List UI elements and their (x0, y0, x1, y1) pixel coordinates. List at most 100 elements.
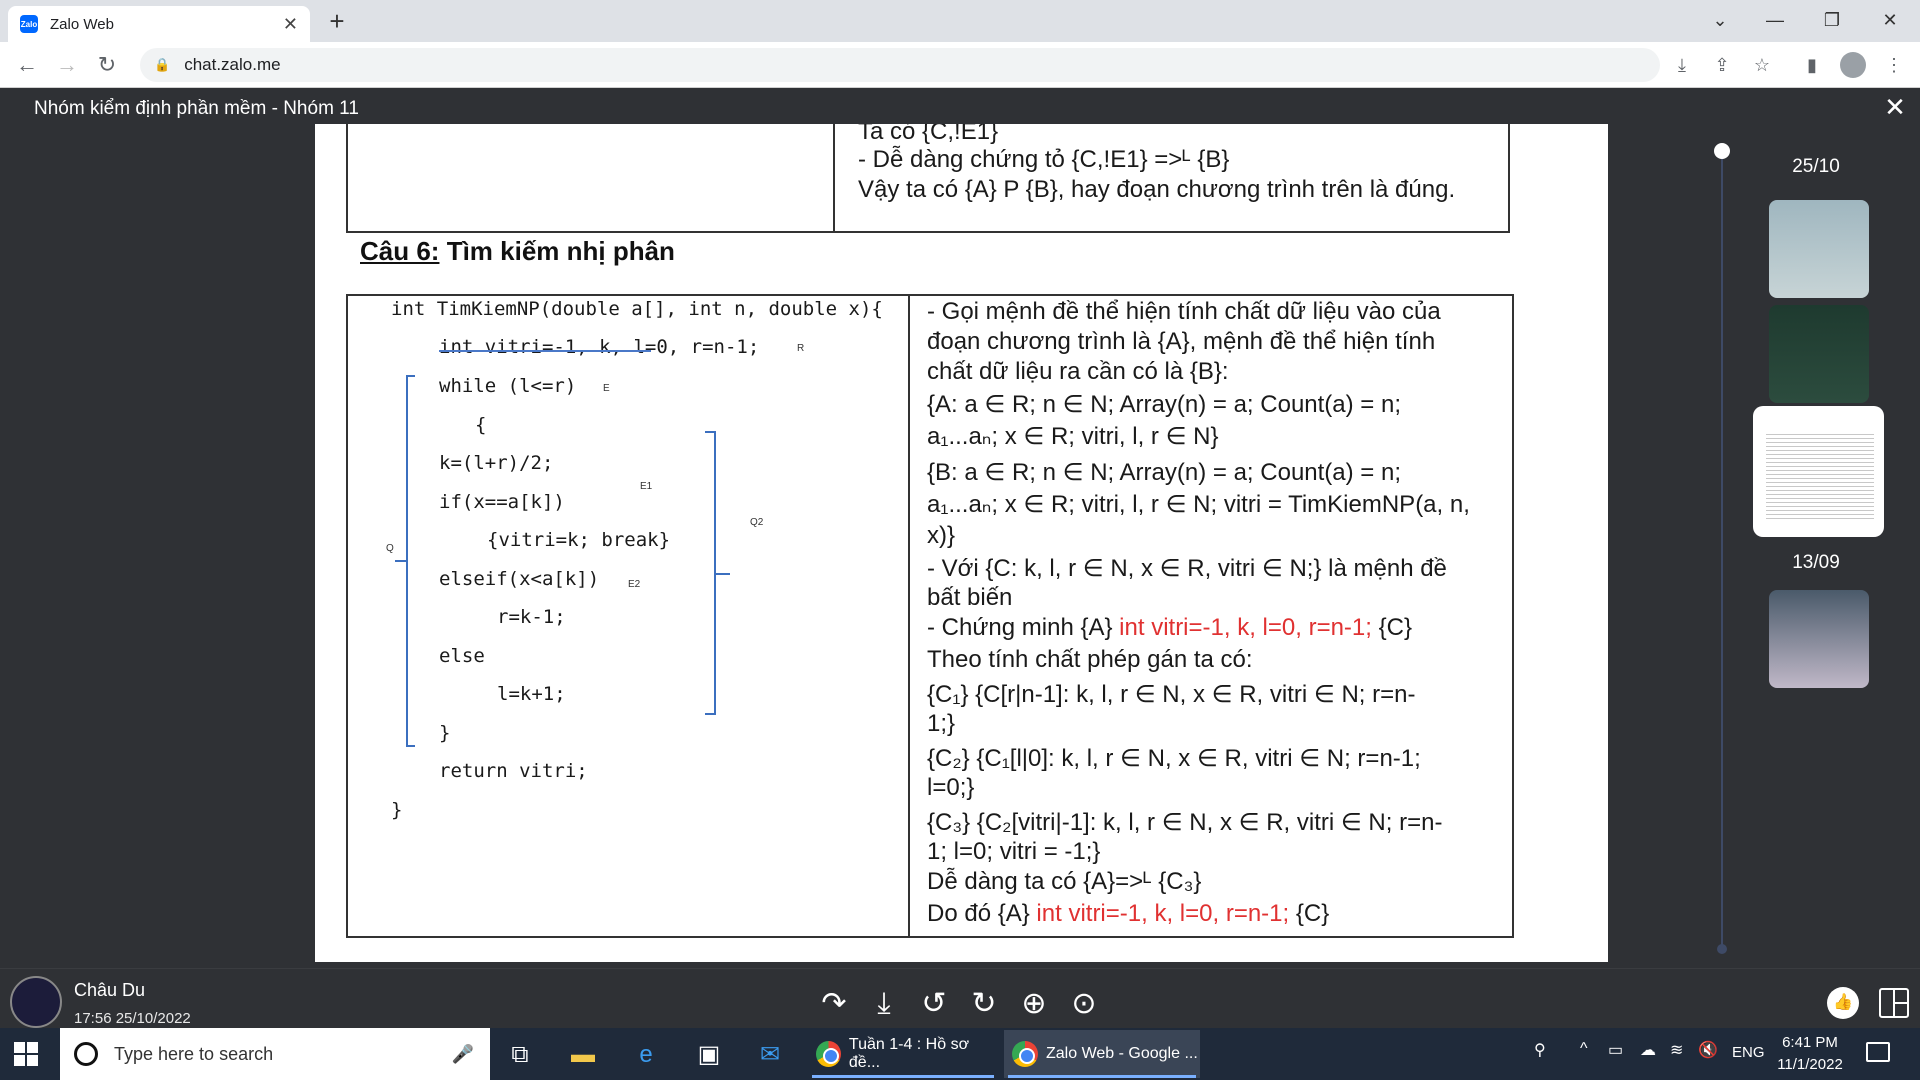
proof-line: 1; l=0; vitri = -1;} (927, 838, 1101, 865)
profile-avatar[interactable] (1840, 52, 1866, 78)
thumbnail-image[interactable] (1769, 590, 1869, 688)
url-field[interactable]: 🔒 chat.zalo.me (140, 48, 1660, 82)
sender-name: Châu Du (74, 980, 146, 1000)
doc-line: Vậy ta có {A} P {B}, hay đoạn chương trì… (858, 176, 1456, 203)
code-line: } (391, 799, 403, 821)
thumbnail-image[interactable] (1769, 305, 1869, 403)
reload-icon[interactable]: ↻ (92, 50, 122, 80)
taskbar-app-chrome-2[interactable]: Zalo Web - Google ... (1004, 1030, 1200, 1078)
zalo-favicon-icon: Zalo (20, 15, 38, 33)
rotate-right-icon[interactable]: ↻ (964, 984, 1004, 1024)
actual-size-icon[interactable]: ⊙ (1064, 984, 1104, 1024)
section-heading: Câu 6: Tìm kiếm nhị phân (360, 236, 675, 266)
date-label-1: 25/10 (1792, 156, 1840, 177)
code-line: int TimKiemNP(double a[], int n, double … (391, 298, 883, 320)
address-bar: ← → ↻ 🔒 chat.zalo.me ⤓ ⇪ ☆ ▮ ⋮ (0, 42, 1920, 88)
timeline-track[interactable] (1721, 150, 1723, 950)
taskbar-search[interactable]: Type here to search 🎤 (60, 1028, 490, 1080)
notification-icon[interactable] (1866, 1042, 1890, 1062)
proof-line: Dễ dàng ta có {A}=>ᴸ {C₃} (927, 868, 1202, 895)
url-text: chat.zalo.me (184, 55, 281, 74)
like-icon[interactable]: 👍 (1827, 987, 1859, 1019)
battery-icon[interactable]: ▭ (1608, 1040, 1623, 1060)
thumbnail-image-selected[interactable] (1755, 408, 1882, 535)
thumbnail-image[interactable] (1769, 200, 1869, 298)
clock-time: 6:41 PM (1782, 1034, 1838, 1051)
onedrive-icon[interactable]: ☁ (1640, 1040, 1656, 1060)
task-view-icon[interactable]: ⧉ (502, 1037, 538, 1073)
bracket-annotations (395, 375, 730, 747)
proof-line: - Gọi mệnh đề thể hiện tính chất dữ liệu… (927, 298, 1441, 325)
sender-avatar[interactable] (10, 976, 62, 1028)
proof-line: - Chứng minh {A} int vitri=-1, k, l=0, r… (927, 614, 1412, 641)
new-tab-button[interactable]: + (322, 6, 352, 36)
proof-line: {C₃} {C₂[vitri|-1]: k, l, r ∈ N, x ∈ R, … (927, 809, 1443, 836)
timeline-handle[interactable] (1714, 143, 1730, 159)
doc-line: - Dễ dàng chứng tỏ {C,!E1} =>ᴸ {B} (858, 146, 1230, 173)
viewer-close-icon[interactable]: ✕ (1880, 92, 1910, 123)
minimize-icon[interactable]: — (1755, 4, 1795, 36)
tab-search-icon[interactable]: ⌄ (1700, 4, 1740, 36)
tray-chevron-icon[interactable]: ^ (1580, 1040, 1588, 1058)
mic-icon[interactable]: 🎤 (452, 1044, 474, 1065)
search-placeholder: Type here to search (114, 1043, 274, 1064)
browser-tab-strip: Zalo Zalo Web ✕ + ⌄ — ❐ ✕ (0, 0, 1920, 42)
proof-line: chất dữ liệu ra cần có là {B}: (927, 358, 1229, 385)
clock-date: 11/1/2022 (1777, 1056, 1843, 1073)
top-table-left-cell (346, 124, 835, 233)
share-page-icon[interactable]: ⇪ (1708, 51, 1736, 79)
forward-icon[interactable]: → (52, 50, 82, 80)
proof-line: {C₁} {C[r|n-1]: k, l, r ∈ N, x ∈ R, vitr… (927, 681, 1416, 708)
proof-line: x)} (927, 522, 956, 549)
menu-dots-icon[interactable]: ⋮ (1880, 51, 1908, 79)
code-line: int vitri=-1, k, l=0, r=n-1; (439, 336, 760, 358)
date-label-2: 13/09 (1792, 552, 1840, 573)
proof-line: l=0;} (927, 774, 975, 801)
tab-title: Zalo Web (50, 15, 114, 33)
cortana-icon (74, 1042, 98, 1066)
proof-line: a₁...aₙ; x ∈ R; vitri, l, r ∈ N; vitri =… (927, 491, 1470, 518)
install-icon[interactable]: ⤓ (1668, 51, 1696, 79)
taskbar-clock[interactable]: 6:41 PM 11/1/2022 (1770, 1032, 1850, 1076)
mail-icon[interactable]: ✉ (752, 1037, 788, 1073)
file-explorer-icon[interactable]: ▬ (565, 1037, 601, 1073)
tab-zalo-web[interactable]: Zalo Zalo Web ✕ (8, 6, 310, 42)
proof-line: {B: a ∈ R; n ∈ N; Array(n) = a; Count(a)… (927, 459, 1401, 486)
viewer-toolbar (0, 968, 1920, 1028)
wifi-icon[interactable]: ≋ (1670, 1040, 1683, 1060)
windows-start-icon[interactable] (14, 1042, 38, 1066)
side-panel-icon[interactable]: ▮ (1798, 51, 1826, 79)
proof-line: {A: a ∈ R; n ∈ N; Array(n) = a; Count(a)… (927, 391, 1401, 418)
tab-close-icon[interactable]: ✕ (283, 14, 298, 35)
proof-line: 1;} (927, 710, 956, 737)
window-close-icon[interactable]: ✕ (1870, 4, 1910, 36)
taskbar-app-chrome-1[interactable]: Tuần 1-4 : Hồ sơ đề... (808, 1030, 998, 1078)
language-indicator[interactable]: ENG (1732, 1044, 1765, 1061)
app-title: Tuần 1-4 : Hồ sơ đề... (848, 1036, 970, 1071)
lock-icon: 🔒 (154, 57, 171, 72)
function-name-underline (439, 350, 651, 352)
zoom-in-icon[interactable]: ⊕ (1014, 984, 1054, 1024)
rotate-left-icon[interactable]: ↺ (914, 984, 954, 1024)
bookmark-star-icon[interactable]: ☆ (1748, 51, 1776, 79)
people-icon[interactable]: ⚲ (1534, 1040, 1546, 1060)
share-icon[interactable]: ↷ (814, 984, 854, 1024)
proof-line: {C₂} {C₁[l|0]: k, l, r ∈ N, x ∈ R, vitri… (927, 745, 1421, 772)
edge-icon[interactable]: e (628, 1037, 664, 1073)
layout-icon[interactable] (1879, 988, 1909, 1018)
back-icon[interactable]: ← (12, 50, 42, 80)
proof-line: bất biến (927, 584, 1013, 611)
restore-icon[interactable]: ❐ (1812, 4, 1852, 36)
volume-muted-icon[interactable]: 🔇 (1698, 1040, 1718, 1060)
chrome-icon (1012, 1041, 1038, 1067)
sender-time: 17:56 25/10/2022 (74, 1010, 191, 1027)
timeline-end (1717, 944, 1727, 954)
annotation-R: R (797, 343, 805, 354)
proof-line: - Với {C: k, l, r ∈ N, x ∈ R, vitri ∈ N;… (927, 555, 1447, 582)
store-icon[interactable]: ▣ (691, 1037, 727, 1073)
proof-line: a₁...aₙ; x ∈ R; vitri, l, r ∈ N} (927, 423, 1219, 450)
proof-line: đoạn chương trình là {A}, mệnh đề thể hi… (927, 328, 1436, 355)
viewer-title: Nhóm kiểm định phần mềm - Nhóm 11 (0, 88, 1920, 124)
doc-line: Ta có {C,!E1} (858, 124, 999, 145)
download-icon[interactable]: ⤓ (864, 984, 904, 1024)
